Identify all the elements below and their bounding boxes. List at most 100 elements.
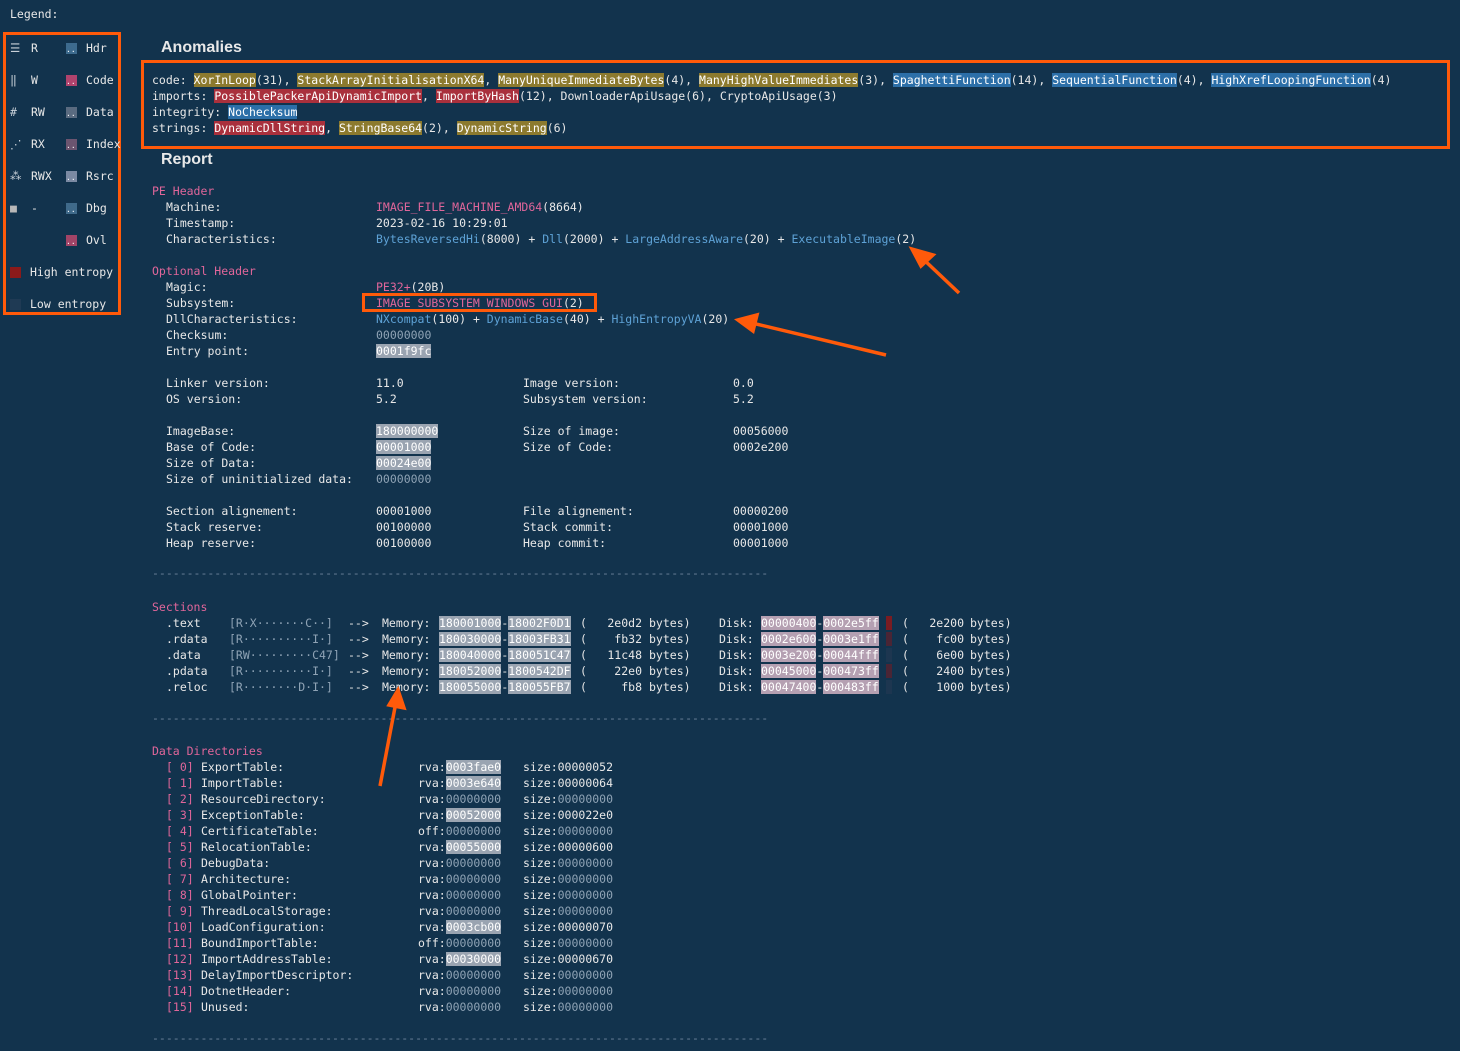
size-label: size: <box>523 872 558 886</box>
anomaly-count: (14) <box>1010 73 1039 87</box>
size-label: size: <box>523 760 558 774</box>
base-of-code-value: 00001000 <box>376 440 432 454</box>
anomalies-integrity-label: integrity: <box>152 105 229 119</box>
address-kind: rva: <box>418 776 446 790</box>
checksum-label: Checksum: <box>166 328 229 342</box>
directory-size: size:00000600 <box>523 839 613 855</box>
heap-reserve-label: Heap reserve: <box>166 536 257 550</box>
characteristics-value: BytesReversedHi(8000) + Dll(2000) + Larg… <box>376 231 916 247</box>
separator: ----------------------------------------… <box>152 566 769 580</box>
legend-perm-icon: ⋰ <box>10 137 22 151</box>
directory-address: off:00000000 <box>418 935 501 951</box>
memory-range: 180030000-18003FB31 <box>439 631 571 647</box>
memory-start: 180055000 <box>439 680 502 694</box>
directory-index: [12] <box>166 952 194 966</box>
directory-name: ImportAddressTable: <box>201 952 333 966</box>
memory-end: 18003FB31 <box>508 632 571 646</box>
legend-perm-icon: ⁂ <box>10 169 22 183</box>
legend-label: Data <box>86 105 114 119</box>
address-kind: off: <box>418 936 446 950</box>
imagebase-value: 180000000 <box>376 424 439 438</box>
disk-range: 00045000-000473ff <box>761 663 879 679</box>
legend-swatch-icon: .. <box>66 75 77 86</box>
directory-size: size:000022e0 <box>523 807 613 823</box>
address-value: 00000000 <box>445 856 502 870</box>
anomaly-tag: SpaghettiFunction <box>892 73 1011 87</box>
address-kind: rva: <box>418 904 446 918</box>
directory-index: [ 2] <box>166 792 194 806</box>
memory-label: Memory: <box>382 664 431 678</box>
anomaly-count: (4) <box>1176 73 1198 87</box>
legend-label: Low entropy <box>30 297 107 311</box>
address-kind: rva: <box>418 888 446 902</box>
anomaly-count: (6) <box>546 121 568 135</box>
memory-range: 180001000-18002F0D1 <box>439 615 571 631</box>
high-entropy-swatch-icon <box>10 267 21 278</box>
anomalies-integrity-line: integrity: NoChecksum <box>152 104 298 120</box>
memory-range: 180040000-180051C47 <box>439 647 571 663</box>
legend-label: W <box>31 73 38 87</box>
bytes-label: bytes) <box>970 680 1012 694</box>
directory-size: size:00000000 <box>523 983 613 999</box>
size-value: 00000000 <box>557 936 614 950</box>
stack-reserve-value: 00100000 <box>376 520 432 534</box>
anomaly-tag: XorInLoop <box>193 73 256 87</box>
legend-item-rx: ⋰ RX <box>10 136 45 152</box>
memory-size: fb8 <box>621 680 642 694</box>
anomalies-code-label: code: <box>152 73 194 87</box>
anomaly-tag: SequentialFunction <box>1052 73 1177 87</box>
disk-label: Disk: <box>719 632 754 646</box>
stack-commit-label: Stack commit: <box>523 520 614 534</box>
flag-name: LargeAddressAware <box>625 232 743 246</box>
section-name: .reloc <box>166 680 208 694</box>
size-of-data-label: Size of Data: <box>166 456 257 470</box>
directory-address: rva:00000000 <box>418 855 501 871</box>
disk-end: 0003e1ff <box>823 632 879 646</box>
directory-index: [ 5] <box>166 840 194 854</box>
directory-address: rva:00030000 <box>418 951 502 967</box>
disk-size: 6e00 <box>936 648 964 662</box>
address-value: 0003cb00 <box>445 920 502 934</box>
disk-range: 0003e200-00044fff <box>761 647 879 663</box>
subsystem-highlight-box <box>362 293 597 312</box>
base-of-code-label: Base of Code: <box>166 440 257 454</box>
directory-address: off:00000000 <box>418 823 501 839</box>
imagebase-label: ImageBase: <box>166 424 236 438</box>
separator: ----------------------------------------… <box>152 711 769 725</box>
address-value: 00055000 <box>445 840 502 854</box>
legend-label: - <box>31 201 38 215</box>
checksum-value: 00000000 <box>376 328 432 342</box>
directory-index: [10] <box>166 920 194 934</box>
section-arrow: --> <box>348 680 369 694</box>
size-label: size: <box>523 968 558 982</box>
arrow-to-characteristics <box>908 246 961 295</box>
directory-address: rva:00000000 <box>418 999 501 1015</box>
separator: , <box>283 73 298 87</box>
legend-title: Legend: <box>10 7 59 21</box>
legend-label: RWX <box>31 169 52 183</box>
entry-point-label: Entry point: <box>166 344 250 358</box>
directory-index: [13] <box>166 968 194 982</box>
legend-label: Code <box>86 73 114 87</box>
stack-commit-value: 00001000 <box>733 520 789 534</box>
anomaly-count: (4) <box>664 73 686 87</box>
legend-label: RW <box>31 105 45 119</box>
size-label: size: <box>523 904 558 918</box>
disk-size: 1000 <box>936 680 964 694</box>
legend-item-w: ‖ W <box>10 72 38 88</box>
disk-label: Disk: <box>719 680 754 694</box>
separator: , <box>484 73 499 87</box>
directory-name: CertificateTable: <box>201 824 319 838</box>
characteristics-label: Characteristics: <box>166 232 277 246</box>
size-label: size: <box>523 776 558 790</box>
memory-label: Memory: <box>382 616 431 630</box>
directory-address: rva:00000000 <box>418 903 501 919</box>
legend-perm-icon: # <box>10 105 17 119</box>
anomaly-tag: StackArrayInitialisationX64 <box>297 73 485 87</box>
size-value: 00000000 <box>557 968 614 982</box>
size-label: size: <box>523 840 558 854</box>
directory-name: Unused: <box>201 1000 250 1014</box>
plus-sign: + <box>466 312 487 326</box>
size-value: 00000000 <box>557 904 614 918</box>
disk-start: 0002e600 <box>761 632 817 646</box>
